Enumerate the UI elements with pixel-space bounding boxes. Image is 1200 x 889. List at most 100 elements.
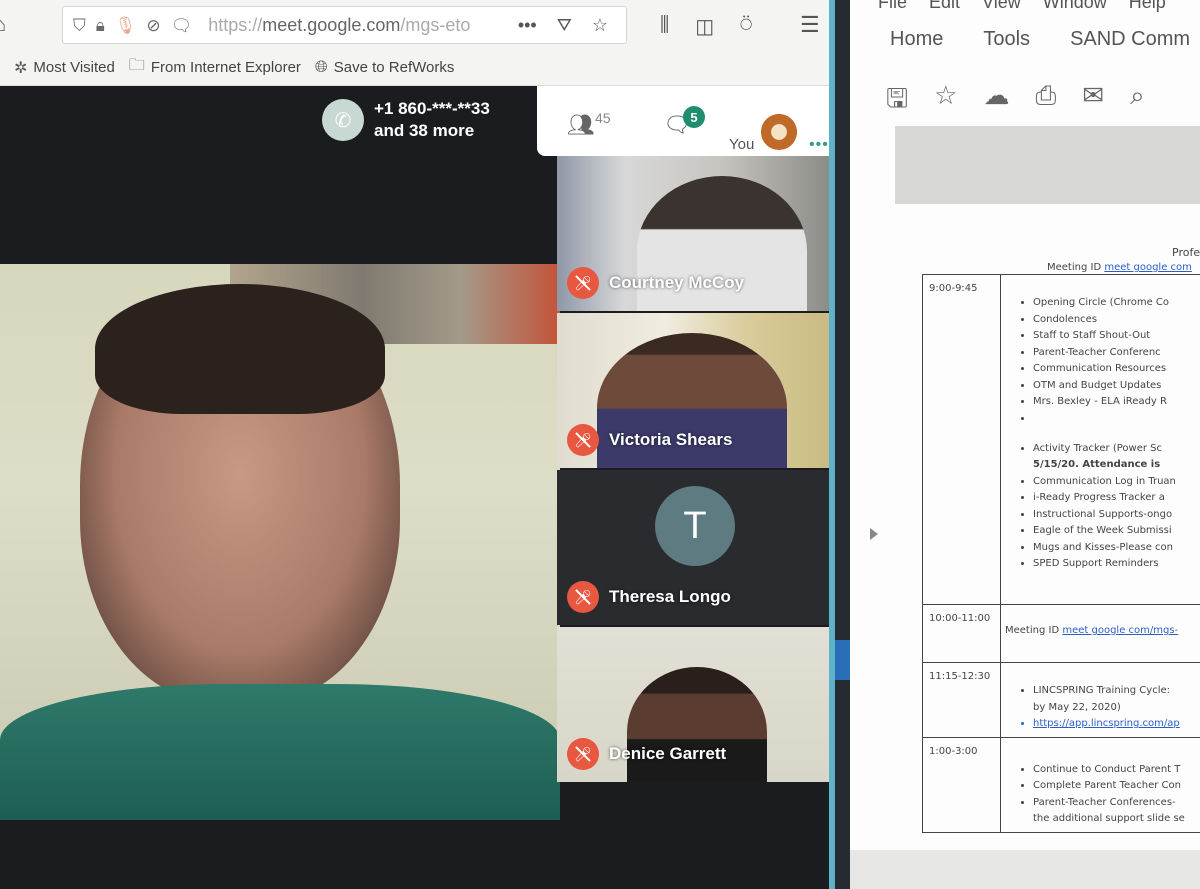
background-window-accent [835,640,850,680]
agenda-item: SPED Support Reminders [1033,556,1200,573]
phone-icon: ✆ [322,99,364,141]
gear-icon: ✲ [14,59,28,77]
document-title: Profe [1172,246,1200,259]
agenda-item: Complete Parent Teacher Con [1033,778,1200,795]
agenda-time: 11:15-12:30 [922,662,1001,738]
search-icon[interactable]: ⌕ [1130,80,1145,124]
menu-file[interactable]: File [878,0,907,13]
bookmark-label: Most Visited [33,59,115,76]
meeting-id-link[interactable]: meet google com/mgs- [1062,625,1178,636]
reader-toolbar: 🖫 ☆ ☁ ⎙ ✉ ⌕ [886,80,1145,124]
bookmark-star-icon[interactable]: ☆ [592,15,608,36]
agenda-time: 1:00-3:00 [922,736,1001,833]
expand-panel-arrow-icon[interactable] [870,528,878,540]
participant-name: Courtney McCoy [609,273,745,292]
dial-in-indicator: ✆ +1 860-***-**33 and 38 more [322,98,490,142]
more-actions-icon[interactable]: ••• [518,15,537,36]
participant-tiles: 🎤︎ Courtney McCoy 🎤︎ Victoria Shears T 🎤︎ T… [557,156,829,784]
main-speaker-video[interactable] [0,264,560,820]
people-icon[interactable]: 👥︎ [567,112,595,138]
mic-muted-icon: 🎤︎ [567,738,599,770]
participant-tile[interactable]: 🎤︎ Victoria Shears [557,313,829,468]
agenda-table: 9:00-9:45 Opening Circle (Chrome Co Cond… [922,274,1200,833]
you-label: You [729,136,755,153]
url-bar[interactable]: ⛉ 🔒︎ 🎙︎ ⊘ 🗨︎ https://meet.google.com/mgs… [62,6,627,44]
agenda-item: Mrs. Bexley - ELA iReady R [1033,394,1200,411]
sidebar-icon[interactable]: ◫ [695,14,714,39]
hamburger-menu-icon[interactable]: ☰ [800,12,820,38]
bookmark-label: Save to RefWorks [333,59,455,76]
print-icon[interactable]: ⎙ [1035,80,1056,124]
microphone-icon[interactable]: 🎙︎ [115,17,137,34]
library-icon[interactable]: ⫼ [660,14,669,39]
self-avatar[interactable] [759,110,799,150]
bookmark-from-ie[interactable]: 🗀 From Internet Explorer [129,54,301,81]
agenda-item: the additional support slide se [1033,813,1185,824]
meeting-id-line: Meeting ID meet google com [1047,262,1192,273]
reader-tabs: Home Tools SAND Comm [890,28,1190,51]
camera-blocked-icon[interactable]: ⊘ [146,17,160,34]
tab-home[interactable]: Home [890,28,943,51]
agenda-item: Opening Circle (Chrome Co [1033,295,1200,312]
mail-icon[interactable]: ✉ [1082,80,1104,124]
participant-tile[interactable]: T 🎤︎ Theresa Longo [557,470,829,625]
folder-icon: 🗀 [128,57,145,74]
lock-icon[interactable]: 🔒︎ [96,17,105,34]
star-icon[interactable]: ☆ [934,80,957,124]
caller-more: and 38 more [374,121,475,140]
save-icon[interactable]: 🖫 [886,80,908,124]
home-icon[interactable]: ⌂ [0,15,14,35]
shield-icon[interactable]: ⛉ [73,17,86,34]
account-icon[interactable]: ⍥ [740,14,752,39]
agenda-item: Parent-Teacher Conferences- [1033,795,1200,812]
caller-number: +1 860-***-**33 [374,99,490,118]
url-text[interactable]: https://meet.google.com/mgs-eto [208,15,470,36]
agenda-content: Opening Circle (Chrome Co Condolences St… [1000,274,1200,605]
meet-top-bar: 👥︎ 45 🗨︎ 5 You ••• [537,86,829,156]
participant-name: Theresa Longo [609,587,731,606]
background-window-strip [835,0,850,889]
agenda-item: Condolences [1033,312,1200,329]
chat-badge: 5 [683,106,705,128]
menu-edit[interactable]: Edit [929,0,960,13]
participant-name: Victoria Shears [609,430,733,449]
meet-area: ✆ +1 860-***-**33 and 38 more 👥︎ 45 🗨︎ 5… [0,86,829,889]
speaker-hair [95,284,385,414]
agenda-item: i-Ready Progress Tracker a [1033,490,1200,507]
menu-help[interactable]: Help [1129,0,1166,13]
menu-bar: File Edit View Window Help [878,0,1166,13]
tab-document[interactable]: SAND Comm [1070,28,1190,51]
mic-muted-icon: 🎤︎ [567,267,599,299]
agenda-item: Activity Tracker (Power Sc [1033,441,1200,458]
pdf-reader-window: File Edit View Window Help Home Tools SA… [850,0,1200,889]
speech-bubble-icon[interactable]: 🗨︎ [171,17,193,34]
tab-tools[interactable]: Tools [983,28,1030,51]
meeting-id-label: Meeting ID [1047,262,1102,273]
url-domain: meet.google.com [262,14,401,35]
bookmark-label: From Internet Explorer [150,59,301,76]
document-header-bar [895,126,1200,204]
agenda-item: Staff to Staff Shout-Out [1033,328,1200,345]
agenda-time: 9:00-9:45 [922,274,1001,605]
agenda-row: 1:00-3:00 Continue to Conduct Parent T C… [922,736,1200,833]
agenda-content: LINCSPRING Training Cycle: by May 22, 20… [1000,662,1200,738]
agenda-item: Eagle of the Week Submissi [1033,523,1200,540]
mic-muted-icon: 🎤︎ [567,581,599,613]
more-options-button[interactable]: ••• [809,136,829,154]
menu-view[interactable]: View [982,0,1021,13]
participant-tile[interactable]: 🎤︎ Courtney McCoy [557,156,829,311]
meeting-id-link[interactable]: meet google com [1104,262,1192,273]
agenda-item: Continue to Conduct Parent T [1033,762,1200,779]
agenda-item: Parent-Teacher Conferenc [1033,345,1200,362]
menu-window[interactable]: Window [1043,0,1107,13]
speaker-shirt [0,684,560,820]
bookmark-refworks[interactable]: 🌐︎ Save to RefWorks [315,59,454,77]
agenda-row: 10:00-11:00 Meeting ID meet google com/m… [922,604,1200,663]
agenda-link[interactable]: https://app.lincspring.com/ap [1033,716,1200,733]
bookmark-most-visited[interactable]: ✲ Most Visited [14,58,115,78]
pocket-icon[interactable]: ⛛ [557,15,572,36]
participant-tile[interactable]: 🎤︎ Denice Garrett [557,627,829,782]
upload-cloud-icon[interactable]: ☁ [983,80,1009,124]
bookmarks-bar: ✲ Most Visited 🗀 From Internet Explorer 🌐︎… [0,50,829,86]
agenda-item [1033,411,1200,441]
